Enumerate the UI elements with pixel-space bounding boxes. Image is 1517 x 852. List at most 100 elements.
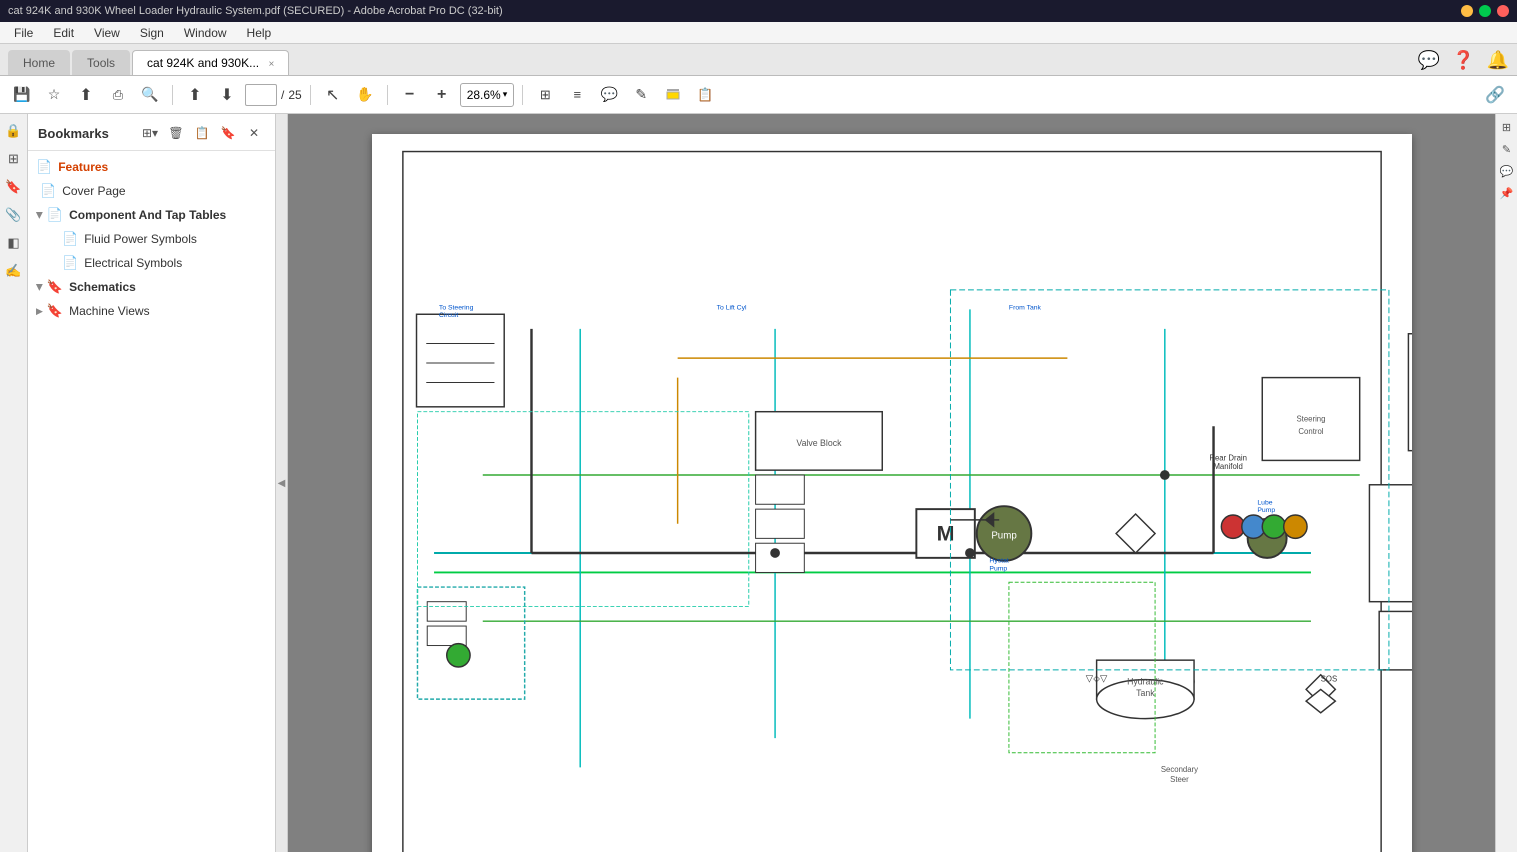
schematics-expand-icon: ▶ [34, 284, 45, 291]
panel-collapse-handle[interactable]: ◀ [276, 114, 288, 852]
zoom-in-button[interactable]: + [428, 81, 456, 109]
snap-button[interactable]: ⊞ [531, 81, 559, 109]
svg-text:Pump: Pump [1257, 507, 1275, 514]
comment-button[interactable]: 💬 [595, 81, 623, 109]
bookmarks-delete-button[interactable]: 🗑 [165, 122, 187, 144]
hand-tool-button[interactable]: ✋ [351, 81, 379, 109]
svg-text:Valve Block: Valve Block [796, 438, 842, 448]
menu-edit[interactable]: Edit [45, 24, 82, 42]
bookmark-item-schematics[interactable]: ▶ 🔖 Schematics [28, 275, 275, 299]
attachment-sidebar-icon[interactable]: 📎 [3, 204, 25, 226]
app-title: cat 924K and 930K Wheel Loader Hydraulic… [8, 5, 503, 17]
bookmarks-close-button[interactable]: ✕ [243, 122, 265, 144]
bookmark-item-features[interactable]: 📄 Features [28, 155, 275, 179]
thumbnail-sidebar-icon[interactable]: ⊞ [3, 148, 25, 170]
tab-home[interactable]: Home [8, 50, 70, 75]
svg-text:Control: Control [1298, 427, 1323, 436]
toolbar-separator-4 [522, 85, 523, 105]
bookmark-sidebar-icon[interactable]: 🔖 [3, 176, 25, 198]
zoom-level-selector[interactable]: 28.6% ▾ [460, 83, 515, 107]
menu-sign[interactable]: Sign [132, 24, 172, 42]
bookmark-features-text: Features [58, 160, 267, 174]
svg-text:Steering: Steering [1296, 414, 1325, 423]
stamp-button[interactable]: 📋 [691, 81, 719, 109]
bookmark-item-machine[interactable]: ▶ 🔖 Machine Views [28, 299, 275, 323]
bookmark-star-button[interactable]: ☆ [40, 81, 68, 109]
bookmarks-view-button[interactable]: ⊞▾ [139, 122, 161, 144]
menu-file[interactable]: File [6, 24, 41, 42]
svg-text:Circuit: Circuit [438, 312, 457, 319]
bookmarks-list: 📄 Features 📄 Cover Page ▶ 📄 Component An… [28, 151, 275, 852]
signature-sidebar-icon[interactable]: ✍ [3, 260, 25, 282]
bookmark-schematics-icon: 🔖 [47, 279, 63, 295]
bookmark-machine-icon: 🔖 [47, 303, 63, 319]
next-page-button[interactable]: ⬇ [213, 81, 241, 109]
svg-text:▽⬦▽: ▽⬦▽ [1085, 674, 1107, 685]
reading-mode-button[interactable]: ≡ [563, 81, 591, 109]
bookmark-item-component[interactable]: ▶ 📄 Component And Tap Tables [28, 203, 275, 227]
toolbar-separator-1 [172, 85, 173, 105]
toolbar: 💾 ☆ ⬆ ⎙ 🔍 ⬆ ⬇ 7 / 25 ↖ ✋ − + 28.6% ▾ ⊞ ≡… [0, 76, 1517, 114]
bookmark-features-icon: 📄 [36, 159, 52, 175]
bookmark-schematics-text: Schematics [69, 280, 267, 294]
chat-icon[interactable]: 💬 [1418, 50, 1440, 71]
menu-window[interactable]: Window [176, 24, 235, 42]
pen-tool-button[interactable]: ✎ [627, 81, 655, 109]
tab-bar-actions: 💬 ❓ 🔔 [1418, 50, 1509, 75]
cursor-tool-button[interactable]: ↖ [319, 81, 347, 109]
right-tool-4[interactable]: 📌 [1498, 184, 1516, 202]
svg-text:From Tank: From Tank [1008, 304, 1041, 311]
svg-text:Pump: Pump [989, 566, 1007, 573]
bookmarks-copy-button[interactable]: 📋 [191, 122, 213, 144]
bookmark-fluid-icon: 📄 [62, 231, 78, 247]
bookmark-machine-text: Machine Views [69, 304, 267, 318]
tab-document[interactable]: cat 924K and 930K... × [132, 50, 289, 75]
pdf-viewer[interactable]: M Pump [288, 114, 1495, 852]
right-tool-1[interactable]: ⊞ [1498, 118, 1516, 136]
bookmark-item-electrical[interactable]: 📄 Electrical Symbols [28, 251, 275, 275]
right-tool-3[interactable]: 💬 [1498, 162, 1516, 180]
right-tool-2[interactable]: ✎ [1498, 140, 1516, 158]
collapse-arrow-icon: ◀ [278, 478, 286, 489]
bookmark-cover-icon: 📄 [40, 183, 56, 199]
zoom-dropdown-icon: ▾ [503, 89, 508, 100]
tab-bar: Home Tools cat 924K and 930K... × 💬 ❓ 🔔 [0, 44, 1517, 76]
search-button[interactable]: 🔍 [136, 81, 164, 109]
maximize-button[interactable] [1479, 5, 1491, 17]
page-number-input[interactable]: 7 [245, 84, 277, 106]
component-expand-icon: ▶ [34, 212, 45, 219]
right-panel: ⊞ ✎ 💬 📌 [1495, 114, 1517, 852]
share-link-button[interactable]: 🔗 [1481, 81, 1509, 109]
highlight-button[interactable] [659, 81, 687, 109]
main-area: 🔒 ⊞ 🔖 📎 ◧ ✍ Bookmarks ⊞▾ 🗑 📋 🔖 ✕ 📄 Featu… [0, 114, 1517, 852]
tab-tools[interactable]: Tools [72, 50, 130, 75]
bookmark-component-icon: 📄 [47, 207, 63, 223]
zoom-out-button[interactable]: − [396, 81, 424, 109]
bookmark-item-fluid[interactable]: 📄 Fluid Power Symbols [28, 227, 275, 251]
machine-expand-icon: ▶ [36, 306, 43, 317]
layer-sidebar-icon[interactable]: ◧ [3, 232, 25, 254]
close-button[interactable] [1497, 5, 1509, 17]
help-icon[interactable]: ❓ [1452, 50, 1474, 71]
svg-text:To Lift Cyl: To Lift Cyl [716, 304, 746, 311]
menu-view[interactable]: View [86, 24, 128, 42]
window-controls [1461, 5, 1509, 17]
share-upload-button[interactable]: ⬆ [72, 81, 100, 109]
notification-icon[interactable]: 🔔 [1487, 50, 1509, 71]
bookmark-item-cover[interactable]: 📄 Cover Page [28, 179, 275, 203]
sidebar-icon-panel: 🔒 ⊞ 🔖 📎 ◧ ✍ [0, 114, 28, 852]
toolbar-separator-2 [310, 85, 311, 105]
minimize-button[interactable] [1461, 5, 1473, 17]
menu-help[interactable]: Help [239, 24, 280, 42]
svg-text:Hystat: Hystat [989, 558, 1008, 565]
svg-text:Tank: Tank [1136, 688, 1155, 698]
bookmarks-add-button[interactable]: 🔖 [217, 122, 239, 144]
bookmark-component-text: Component And Tap Tables [69, 208, 267, 222]
tab-close-button[interactable]: × [268, 59, 274, 70]
pdf-page: M Pump [372, 134, 1412, 852]
bookmark-fluid-text: Fluid Power Symbols [84, 232, 267, 246]
prev-page-button[interactable]: ⬆ [181, 81, 209, 109]
print-button[interactable]: ⎙ [104, 81, 132, 109]
save-button[interactable]: 💾 [8, 81, 36, 109]
lock-sidebar-icon[interactable]: 🔒 [3, 120, 25, 142]
